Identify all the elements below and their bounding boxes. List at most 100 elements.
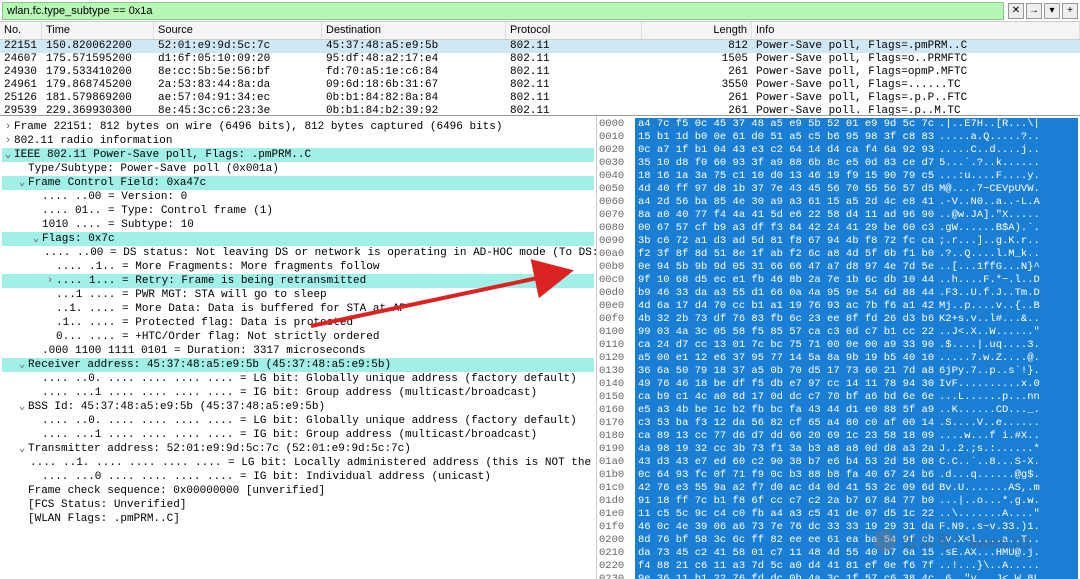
tree-ig2[interactable]: .... ...1 .... .... .... .... = IG bit: … — [42, 428, 594, 442]
hex-row[interactable]: 00f04b 32 2b 73 df 76 83 fb 6c 23 ee 8f … — [599, 313, 1078, 326]
hex-row[interactable]: 02309e 36 11 b1 22 76 fd dc 0b 4a 3c 1f … — [599, 573, 1078, 579]
column-header-time[interactable]: Time — [42, 22, 154, 39]
hex-row[interactable]: 02008d 76 bf 58 3c 6c ff 82 ee ee 61 ea … — [599, 534, 1078, 547]
collapse-icon[interactable]: ⌄ — [16, 176, 28, 190]
hex-row[interactable]: 0170c3 53 ba f3 12 da 56 82 cf 65 a4 80 … — [599, 417, 1078, 430]
collapse-icon[interactable]: ⌄ — [16, 442, 28, 456]
expand-icon[interactable]: › — [44, 274, 56, 288]
tree-frag[interactable]: .... .1.. = More Fragments: More fragmen… — [56, 260, 594, 274]
tree-ieee80211[interactable]: IEEE 802.11 Power-Save poll, Flags: .pmP… — [14, 148, 594, 162]
hex-row[interactable]: 014049 76 46 18 be df f5 db e7 97 cc 14 … — [599, 378, 1078, 391]
packet-row[interactable]: 29539229.3699303008e:45:3c:c6:23:3e0b:b1… — [0, 105, 1080, 116]
hex-row[interactable]: 01e011 c5 5c 9c c4 c0 fb a4 a3 c5 41 de … — [599, 508, 1078, 521]
column-header-source[interactable]: Source — [154, 22, 322, 39]
hex-row[interactable]: 01a043 d3 43 e7 ed 60 c2 90 38 b7 e6 b4 … — [599, 456, 1078, 469]
hex-row[interactable]: 013036 6a 50 79 18 37 a5 0b 70 d5 17 73 … — [599, 365, 1078, 378]
collapse-icon[interactable]: ⌄ — [16, 400, 28, 414]
hex-row[interactable]: 00903b c6 72 a1 d3 ad 5d 81 f8 67 94 4b … — [599, 235, 1078, 248]
tree-lg1[interactable]: .... ..0. .... .... .... .... = LG bit: … — [42, 372, 594, 386]
display-filter-bar: ✕ → ▾ + — [0, 0, 1080, 22]
hex-row[interactable]: 00200c a7 1f b1 04 43 e3 c2 64 14 d4 ca … — [599, 144, 1078, 157]
tree-frame[interactable]: Frame 22151: 812 bytes on wire (6496 bit… — [14, 120, 594, 134]
filter-dropdown-button[interactable]: ▾ — [1044, 3, 1060, 19]
tree-flags[interactable]: Flags: 0x7c — [42, 232, 594, 246]
hex-row[interactable]: 00504d 40 ff 97 d8 1b 37 7e 43 45 56 70 … — [599, 183, 1078, 196]
tree-protected[interactable]: .1.. .... = Protected flag: Data is prot… — [56, 316, 594, 330]
hex-row[interactable]: 00708a a0 40 77 f4 4a 41 5d e6 22 58 d4 … — [599, 209, 1078, 222]
hex-row[interactable]: 01904a 98 19 32 cc 3b 73 f1 3a b3 a8 a8 … — [599, 443, 1078, 456]
hex-row[interactable]: 0210da 73 45 c2 41 58 01 c7 11 48 4d 55 … — [599, 547, 1078, 560]
hex-row[interactable]: 0180ca 89 13 cc 77 d6 d7 dd 66 20 69 1c … — [599, 430, 1078, 443]
plus-icon: + — [1067, 5, 1073, 16]
tree-wlan-flags[interactable]: [WLAN Flags: .pmPRM..C] — [28, 512, 594, 526]
collapse-icon[interactable]: ⌄ — [16, 358, 28, 372]
tree-subtype[interactable]: 1010 .... = Subtype: 10 — [42, 218, 594, 232]
tree-pwr[interactable]: ...1 .... = PWR MGT: STA will go to slee… — [56, 288, 594, 302]
column-header-protocol[interactable]: Protocol — [506, 22, 642, 39]
close-icon: ✕ — [1012, 5, 1020, 16]
column-header-no[interactable]: No. — [0, 22, 42, 39]
packet-rows: 22151150.82006220052:01:e9:9d:5c:7c45:37… — [0, 40, 1080, 116]
column-header-length[interactable]: Length — [642, 22, 752, 39]
hex-row[interactable]: 0150ca b9 c1 4c a0 8d 17 0d dc c7 70 bf … — [599, 391, 1078, 404]
packet-bytes-pane[interactable]: 0000a4 7c f5 0c 45 37 48 a5 e9 5b 52 01 … — [597, 116, 1080, 579]
collapse-icon[interactable]: ⌄ — [2, 148, 14, 162]
tree-retry[interactable]: .... 1... = Retry: Frame is being retran… — [56, 274, 594, 288]
clear-filter-button[interactable]: ✕ — [1008, 3, 1024, 19]
hex-row[interactable]: 0110ca 24 d7 cc 13 01 7c bc 75 71 00 0e … — [599, 339, 1078, 352]
hex-row[interactable]: 00b00e 94 5b 9b 9d 05 31 66 66 47 a7 d8 … — [599, 261, 1078, 274]
hex-row[interactable]: 00d0b9 46 33 da a3 55 d1 66 0a 4a 95 9e … — [599, 287, 1078, 300]
hex-row[interactable]: 01b00c 64 93 fc 0f 71 f9 0c b3 88 b8 fa … — [599, 469, 1078, 482]
hex-row[interactable]: 01d091 18 ff 7c b1 f8 6f cc c7 c2 2a b7 … — [599, 495, 1078, 508]
expand-icon[interactable]: › — [2, 120, 14, 134]
hex-row[interactable]: 003035 10 d8 f0 60 93 3f a9 88 6b 8c e5 … — [599, 157, 1078, 170]
hex-row[interactable]: 0000a4 7c f5 0c 45 37 48 a5 e9 5b 52 01 … — [599, 118, 1078, 131]
tree-receiver[interactable]: Receiver address: 45:37:48:a5:e9:5b (45:… — [28, 358, 594, 372]
add-filter-button[interactable]: + — [1062, 3, 1078, 19]
hex-row[interactable]: 010099 03 4a 3c 05 58 f5 85 57 ca c3 0d … — [599, 326, 1078, 339]
packet-row[interactable]: 25126181.579869200ae:57:04:91:34:ec0b:b1… — [0, 92, 1080, 105]
hex-row[interactable]: 0160e5 a3 4b be 1c b2 fb bc fa 43 44 d1 … — [599, 404, 1078, 417]
tree-ig3[interactable]: .... ...0 .... .... .... .... = IG bit: … — [42, 470, 594, 484]
packet-row[interactable]: 24930179.5334102008e:cc:5b:5e:56:bffd:70… — [0, 66, 1080, 79]
tree-lg3[interactable]: .... ..1. .... .... .... .... = LG bit: … — [30, 456, 597, 470]
tree-transmitter[interactable]: Transmitter address: 52:01:e9:9d:5c:7c (… — [28, 442, 594, 456]
column-header-destination[interactable]: Destination — [322, 22, 506, 39]
tree-radio[interactable]: 802.11 radio information — [14, 134, 594, 148]
column-header-info[interactable]: Info — [752, 22, 1080, 39]
hex-row[interactable]: 008000 67 57 cf b9 a3 df f3 84 42 24 41 … — [599, 222, 1078, 235]
tree-duration[interactable]: .000 1100 1111 0101 = Duration: 3317 mic… — [42, 344, 594, 358]
hex-row[interactable]: 0220f4 88 21 c6 11 a3 7d 5c a0 d4 41 81 … — [599, 560, 1078, 573]
hex-row[interactable]: 01c042 76 e3 55 9a a2 f7 d0 ac d4 0d 41 … — [599, 482, 1078, 495]
tree-type-subtype[interactable]: Type/Subtype: Power-Save poll (0x001a) — [28, 162, 594, 176]
packet-row[interactable]: 24607175.571595200d1:6f:05:10:09:2095:df… — [0, 53, 1080, 66]
tree-htc[interactable]: 0... .... = +HTC/Order flag: Not strictl… — [56, 330, 594, 344]
display-filter-input[interactable] — [2, 2, 1004, 20]
expand-icon[interactable]: › — [2, 134, 14, 148]
hex-row[interactable]: 0120a5 00 e1 12 e6 37 95 77 14 5a 8a 9b … — [599, 352, 1078, 365]
packet-details-pane[interactable]: ›Frame 22151: 812 bytes on wire (6496 bi… — [0, 116, 597, 579]
apply-filter-button[interactable]: → — [1026, 3, 1042, 19]
hex-row[interactable]: 001015 b1 1d b0 0e 61 d0 51 a5 c5 b6 95 … — [599, 131, 1078, 144]
hex-row[interactable]: 00a0f2 3f 8f 8d 51 8e 1f ab f2 6c a8 4d … — [599, 248, 1078, 261]
tree-ig1[interactable]: .... ...1 .... .... .... .... = IG bit: … — [42, 386, 594, 400]
tree-fcs-status[interactable]: [FCS Status: Unverified] — [28, 498, 594, 512]
tree-version[interactable]: .... ..00 = Version: 0 — [42, 190, 594, 204]
hex-row[interactable]: 004018 16 1a 3a 75 c1 10 d0 13 46 19 f9 … — [599, 170, 1078, 183]
hex-row[interactable]: 00c09f 10 68 d5 ec e1 fb 46 8b 2a 7e 1b … — [599, 274, 1078, 287]
tree-type[interactable]: .... 01.. = Type: Control frame (1) — [42, 204, 594, 218]
lower-panes: ›Frame 22151: 812 bytes on wire (6496 bi… — [0, 116, 1080, 579]
tree-fcs[interactable]: Frame check sequence: 0x00000000 [unveri… — [28, 484, 594, 498]
tree-moredata[interactable]: ..1. .... = More Data: Data is buffered … — [56, 302, 594, 316]
collapse-icon[interactable]: ⌄ — [30, 232, 42, 246]
tree-ds[interactable]: .... ..00 = DS status: Not leaving DS or… — [44, 246, 597, 260]
hex-row[interactable]: 0060a4 2d 56 ba 85 4e 30 a9 a3 61 15 a5 … — [599, 196, 1078, 209]
hex-row[interactable]: 00e04d 6a 17 d4 70 cc b1 a1 19 76 93 ac … — [599, 300, 1078, 313]
tree-lg2[interactable]: .... ..0. .... .... .... .... = LG bit: … — [42, 414, 594, 428]
tree-fcf[interactable]: Frame Control Field: 0xa47c — [28, 176, 594, 190]
filter-buttons: ✕ → ▾ + — [1008, 3, 1078, 19]
packet-row[interactable]: 24961179.8687452002a:53:83:44:8a:da09:6d… — [0, 79, 1080, 92]
tree-bssid[interactable]: BSS Id: 45:37:48:a5:e9:5b (45:37:48:a5:e… — [28, 400, 594, 414]
hex-row[interactable]: 01f046 0c 4e 39 06 a6 73 7e 76 dc 33 33 … — [599, 521, 1078, 534]
packet-row[interactable]: 22151150.82006220052:01:e9:9d:5c:7c45:37… — [0, 40, 1080, 53]
